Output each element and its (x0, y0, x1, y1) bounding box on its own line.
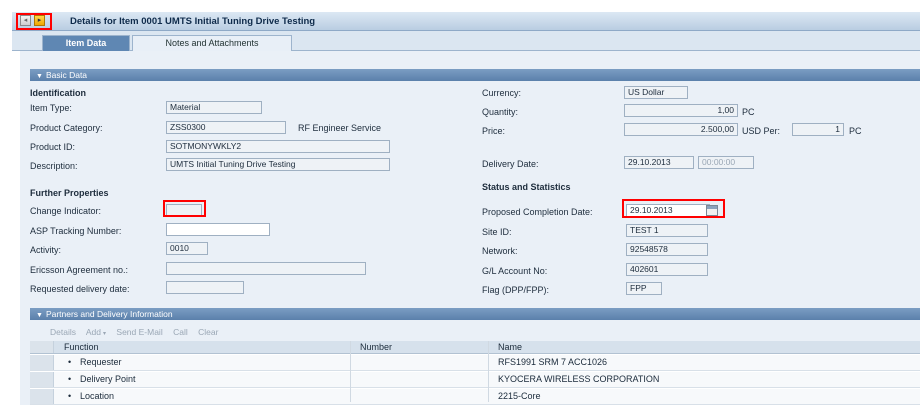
row-bullet-icon: • (68, 391, 72, 401)
currency-field[interactable]: US Dollar (624, 86, 688, 99)
name-cell: KYOCERA WIRELESS CORPORATION (498, 374, 660, 384)
gl-account-field[interactable]: 402601 (626, 263, 708, 276)
row-selector[interactable] (30, 372, 54, 387)
site-id-label: Site ID: (482, 227, 512, 237)
requested-delivery-field[interactable] (166, 281, 244, 294)
activity-label: Activity: (30, 245, 62, 255)
change-indicator-label: Change Indicator: (30, 206, 102, 216)
delivery-date-field[interactable]: 29.10.2013 (624, 156, 694, 169)
partners-header[interactable]: ▼ Partners and Delivery Information (30, 308, 920, 320)
tab-notes-attachments[interactable]: Notes and Attachments (132, 35, 292, 51)
column-divider (350, 341, 351, 402)
tab-item-data[interactable]: Item Data (42, 35, 130, 51)
tab-strip: Item Data Notes and Attachments (12, 31, 920, 51)
proposed-completion-label: Proposed Completion Date: (482, 207, 593, 217)
proposed-completion-highlight (622, 199, 725, 218)
site-id-field[interactable]: TEST 1 (626, 224, 708, 237)
table-row[interactable]: • Delivery Point KYOCERA WIRELESS CORPOR… (30, 372, 920, 388)
basic-data-title: Basic Data (45, 70, 88, 80)
collapse-triangle-icon: ▼ (36, 73, 43, 80)
name-cell: 2215-Core (498, 391, 541, 401)
column-header-function[interactable]: Function (64, 341, 99, 354)
price-per-unit: PC (849, 126, 862, 136)
requested-delivery-label: Requested delivery date: (30, 284, 130, 294)
gl-account-label: G/L Account No: (482, 266, 548, 276)
ericsson-agreement-field[interactable] (166, 262, 366, 275)
asp-tracking-label: ASP Tracking Number: (30, 226, 122, 236)
ericsson-agreement-label: Ericsson Agreement no.: (30, 265, 129, 275)
column-header-name[interactable]: Name (498, 341, 522, 354)
content-area: ▼ Basic Data Identification Item Type: Ma… (20, 51, 920, 405)
function-cell: Location (80, 391, 115, 401)
flag-field[interactable]: FPP (626, 282, 662, 295)
window-title: Details for Item 0001 UMTS Initial Tunin… (70, 16, 316, 27)
product-category-label: Product Category: (30, 123, 103, 133)
name-cell: RFS1991 SRM 7 ACC1026 (498, 357, 608, 367)
partners-toolbar: Details Add ▾ Send E-Mail Call Clear (50, 327, 226, 337)
call-button[interactable]: Call (173, 327, 188, 337)
price-per-field[interactable]: 1 (792, 123, 844, 136)
price-label: Price: (482, 126, 506, 136)
item-type-label: Item Type: (30, 103, 72, 113)
row-selector[interactable] (30, 389, 54, 404)
currency-label: Currency: (482, 88, 522, 98)
description-label: Description: (30, 161, 78, 171)
partners-table: Function Number Name • Requester RFS1991… (30, 341, 920, 405)
table-row[interactable]: • Requester RFS1991 SRM 7 ACC1026 (30, 355, 920, 371)
clear-button[interactable]: Clear (198, 327, 218, 337)
price-field[interactable]: 2.500,00 (624, 123, 738, 136)
asp-tracking-field[interactable] (166, 223, 270, 236)
basic-data-header[interactable]: ▼ Basic Data (30, 69, 920, 81)
details-button[interactable]: Details (50, 327, 76, 337)
function-cell: Delivery Point (80, 374, 136, 384)
window-titlebar: ◂ ▸ Details for Item 0001 UMTS Initial T… (12, 12, 920, 31)
dropdown-arrow-icon: ▾ (103, 331, 107, 337)
network-label: Network: (482, 246, 518, 256)
further-properties-title: Further Properties (30, 188, 109, 198)
nav-highlight-box (16, 13, 52, 30)
product-id-label: Product ID: (30, 142, 76, 152)
row-bullet-icon: • (68, 357, 72, 367)
add-button[interactable]: Add (86, 327, 101, 337)
row-selector[interactable] (30, 355, 54, 370)
table-header: Function Number Name (30, 341, 920, 354)
select-all-cell[interactable] (30, 341, 54, 353)
collapse-triangle-icon: ▼ (36, 312, 43, 319)
send-email-button[interactable]: Send E-Mail (116, 327, 162, 337)
quantity-label: Quantity: (482, 107, 519, 117)
quantity-field[interactable]: 1,00 (624, 104, 738, 117)
status-statistics-title: Status and Statistics (482, 182, 571, 192)
product-category-field[interactable]: ZSS0300 (166, 121, 286, 134)
product-category-description: RF Engineer Service (298, 123, 382, 133)
item-type-field[interactable]: Material (166, 101, 262, 114)
delivery-time-field[interactable]: 00:00:00 (698, 156, 754, 169)
description-field[interactable]: UMTS Initial Tuning Drive Testing (166, 158, 390, 171)
quantity-unit: PC (742, 107, 755, 117)
column-header-number[interactable]: Number (360, 341, 392, 354)
function-cell: Requester (80, 357, 122, 367)
delivery-date-label: Delivery Date: (482, 159, 539, 169)
price-currency-per-label: USD Per: (742, 126, 781, 136)
product-id-field[interactable]: SOTMONYWKLY2 (166, 140, 390, 153)
row-bullet-icon: • (68, 374, 72, 384)
table-row[interactable]: • Location 2215-Core (30, 389, 920, 405)
partners-title: Partners and Delivery Information (45, 309, 173, 319)
flag-label: Flag (DPP/FPP): (482, 285, 550, 295)
change-indicator-highlight (163, 200, 206, 217)
column-divider (488, 341, 489, 402)
activity-field[interactable]: 0010 (166, 242, 208, 255)
identification-title: Identification (30, 88, 86, 98)
network-field[interactable]: 92548578 (626, 243, 708, 256)
